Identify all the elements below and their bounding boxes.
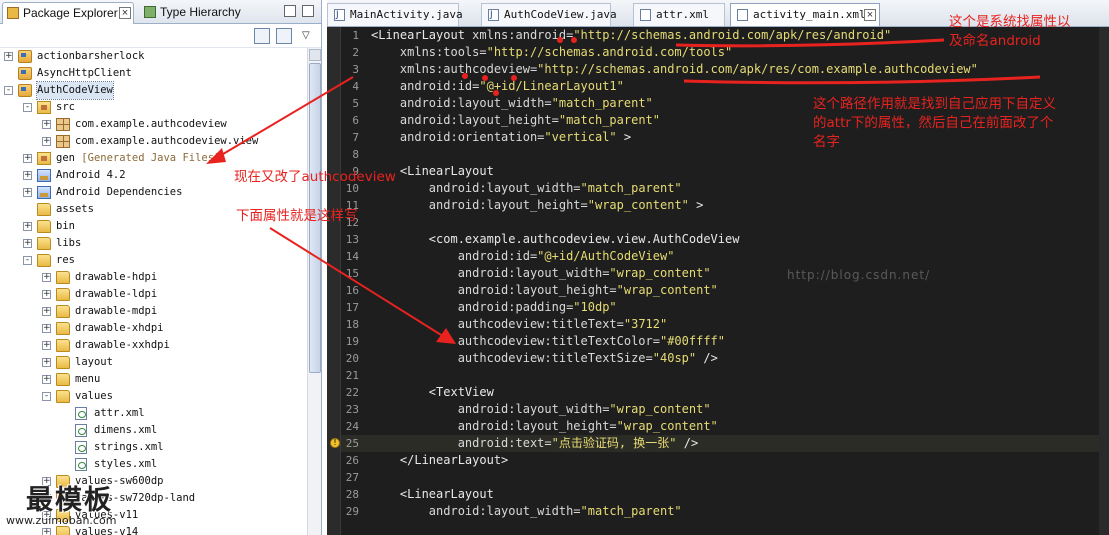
note-attribute-usage: 下面属性就是这样写 (236, 208, 358, 224)
note-changed-prefix: 现在又改了authcodeview (234, 169, 396, 185)
note-line: 这个是系统找属性以 (949, 14, 1071, 30)
marker-dot (571, 37, 577, 43)
note-line: 及命名android (949, 33, 1041, 49)
marker-dot (493, 90, 499, 96)
marker-dot (462, 73, 468, 79)
note-line: 的attr下的属性，然后自己在前面改了个 (813, 115, 1054, 131)
underline-android-namespace (675, 38, 945, 48)
marker-dot (557, 37, 563, 43)
arrow-head (206, 148, 226, 164)
arrow-head (436, 328, 456, 344)
note-system-attrs: 这个是系统找属性以 及命名android (949, 13, 1071, 51)
marker-dot (511, 75, 517, 81)
arrow-to-tree (212, 76, 354, 161)
arrow-to-attributes (269, 227, 447, 339)
annotation-arrows (206, 37, 1041, 344)
marker-dot (482, 75, 488, 81)
note-path-purpose: 这个路径作用就是找到自己应用下自定义 的attr下的属性，然后自己在前面改了个 … (813, 95, 1056, 152)
underline-authcodeview-namespace (683, 75, 1041, 85)
note-line: 这个路径作用就是找到自己应用下自定义 (813, 96, 1056, 112)
note-line: 名字 (813, 134, 840, 150)
